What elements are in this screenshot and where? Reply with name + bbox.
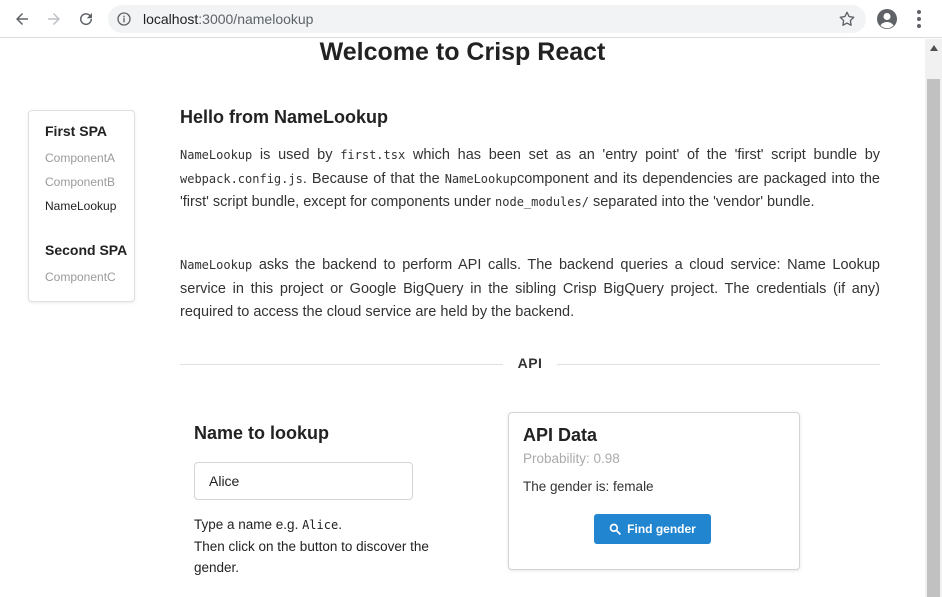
menu-item-namelookup[interactable]: NameLookup <box>45 199 116 213</box>
browser-toolbar: localhost:3000/namelookup <box>0 0 942 38</box>
lookup-title: Name to lookup <box>194 423 330 443</box>
code-webpack-config: webpack.config.js <box>180 171 303 186</box>
back-button[interactable] <box>10 7 34 31</box>
url-path: :3000/namelookup <box>198 11 314 27</box>
divider-left <box>180 364 503 365</box>
api-data-card: API Data Probability: 0.98 The gender is… <box>508 412 800 570</box>
menu-item-componentc[interactable]: ComponentC <box>45 270 116 284</box>
reload-icon <box>80 13 93 26</box>
code-namelookup: NameLookup <box>180 148 253 162</box>
section-heading: Hello from NameLookup <box>180 107 389 127</box>
profile-avatar-icon[interactable] <box>875 7 899 31</box>
menu-header-first-spa: First SPA <box>45 123 107 139</box>
arrow-right-icon <box>48 13 60 25</box>
url-host: localhost <box>143 11 199 27</box>
text: which has been set as an 'entry point' o… <box>405 147 881 163</box>
kebab-menu-icon[interactable] <box>907 7 931 31</box>
backend-paragraph: NameLookup asks the backend to perform A… <box>180 254 880 325</box>
address-bar[interactable]: localhost:3000/namelookup <box>108 5 866 33</box>
menu-item-componentb[interactable]: ComponentB <box>45 175 115 189</box>
text: separated into the 'vendor' bundle. <box>588 194 815 210</box>
reload-button[interactable] <box>74 7 98 31</box>
forward-button[interactable] <box>42 7 66 31</box>
text: is used by <box>252 147 341 163</box>
side-menu: First SPA ComponentA ComponentB NameLook… <box>28 110 135 302</box>
text: asks the backend to perform API calls. T… <box>180 257 880 320</box>
probability-text: Probability: 0.98 <box>523 451 620 466</box>
text: . Because of that the <box>302 170 445 187</box>
code-namelookup: NameLookup <box>444 171 517 186</box>
info-icon[interactable] <box>116 11 132 27</box>
card-title: API Data <box>523 425 598 445</box>
lookup-hint: Type a name e.g. Alice. Then click on the… <box>194 514 434 578</box>
vertical-scrollbar[interactable] <box>925 39 942 597</box>
hint-text: Type a name e.g. <box>194 517 303 532</box>
intro-paragraph: NameLookup is used by first.tsx which ha… <box>180 144 880 215</box>
find-gender-button[interactable]: Find gender <box>594 514 711 544</box>
star-icon[interactable] <box>838 10 856 28</box>
url-text[interactable]: localhost:3000/namelookup <box>143 11 313 27</box>
divider-label: API <box>517 355 543 371</box>
name-input[interactable] <box>194 462 413 500</box>
triangle-up-icon <box>929 44 938 51</box>
gender-text: The gender is: female <box>523 479 654 494</box>
scroll-thumb[interactable] <box>927 79 940 597</box>
code-node-modules: node_modules/ <box>495 195 589 209</box>
search-icon <box>609 523 621 535</box>
scroll-up-button[interactable] <box>925 39 942 56</box>
hint-text: . <box>338 517 342 532</box>
divider-right <box>557 364 880 365</box>
menu-header-second-spa: Second SPA <box>45 242 128 258</box>
hint-code: Alice <box>302 518 339 532</box>
page-title: Welcome to Crisp React <box>319 38 606 66</box>
hint-text: Then click on the button to discover the… <box>194 539 429 575</box>
arrow-left-icon <box>16 13 28 25</box>
code-first-tsx: first.tsx <box>340 148 406 162</box>
code-namelookup: NameLookup <box>180 258 253 272</box>
menu-item-componenta[interactable]: ComponentA <box>45 151 115 165</box>
find-gender-label: Find gender <box>627 522 696 536</box>
